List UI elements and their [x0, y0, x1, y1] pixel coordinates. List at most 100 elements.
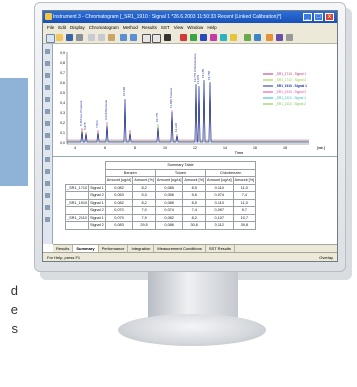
calibration-icon[interactable] — [276, 34, 283, 41]
strip-icon-9[interactable] — [45, 145, 50, 150]
table-row[interactable]: _SR1_1710 Signal 1 0,082 8,2 0,085 8,5 0… — [64, 183, 257, 192]
monitor-stand-neck — [148, 272, 238, 320]
chromatogram-chart[interactable]: 0,0 0,1 0,2 0,3 0,4 0,5 0,6 0,7 0,8 0,9 … — [53, 44, 337, 156]
minimize-button[interactable]: _ — [303, 13, 312, 21]
row-sample: _SR1_1710 — [64, 183, 90, 192]
signal-yellow-icon[interactable] — [230, 34, 237, 41]
strip-icon-7[interactable] — [45, 121, 50, 126]
row-sample — [64, 191, 90, 200]
window-titlebar: Instrument 3 - Chromatogram [_SR1_1910 :… — [43, 11, 337, 23]
y-tick-8: 0,8 — [60, 61, 65, 65]
legend-item-3: _SR1_1910 - Signal 1 — [274, 84, 307, 88]
cell: 39,8 — [232, 221, 257, 230]
cell: 7,4 — [232, 191, 257, 200]
menu-view[interactable]: View — [174, 25, 184, 30]
menu-edit[interactable]: Edit — [58, 25, 66, 30]
x-tick-6: 16 — [253, 146, 257, 150]
signal-cyan-icon[interactable] — [220, 34, 227, 41]
menu-window[interactable]: Window — [187, 25, 203, 30]
menu-file[interactable]: File — [47, 25, 54, 30]
cursor-icon[interactable] — [164, 34, 171, 41]
undo-icon[interactable] — [120, 34, 127, 41]
paste-icon[interactable] — [108, 34, 115, 41]
close-button[interactable]: x — [325, 13, 334, 21]
group-chlorbenzen: Chlorbenzen — [205, 168, 257, 177]
row-signal: Signal 2 — [88, 221, 106, 230]
integration-icon[interactable] — [266, 34, 273, 41]
x-tick-5: 14 — [223, 146, 227, 150]
table-row[interactable]: _SR1_1910 Signal 1 0,082 8,2 0,085 8,5 0… — [64, 198, 257, 207]
print-icon[interactable] — [76, 34, 83, 41]
row-signal: Signal 2 — [88, 191, 106, 200]
strip-icon-1[interactable] — [45, 49, 50, 54]
strip-icon-11[interactable] — [45, 169, 50, 174]
maximize-button[interactable]: □ — [314, 13, 323, 21]
peak-label-5: 10,006 — [122, 86, 126, 96]
x-tick-2: 8 — [134, 146, 136, 150]
zoom-out-icon[interactable] — [152, 34, 161, 43]
cell: 8,5 — [182, 183, 207, 192]
menu-method[interactable]: Method — [123, 25, 138, 30]
peak-label-3: 7,823 — [95, 120, 99, 128]
x-axis-unit: [min.] — [317, 146, 326, 150]
x-axis-label: Time — [235, 150, 245, 155]
cell: 0,085 — [154, 183, 184, 192]
table-row[interactable]: Signal 2 0,053 5,3 0,056 5,6 0,074 7,4 — [64, 191, 257, 200]
cell: 29,5 — [132, 221, 156, 230]
strip-icon-6[interactable] — [45, 109, 50, 114]
signal-magenta-icon[interactable] — [210, 34, 217, 41]
peak-label-4: 9,230 Benzene — [104, 99, 108, 120]
cell: 8,2 — [132, 198, 156, 207]
summary-table-title: Summary Table — [104, 161, 257, 170]
strip-icon-8[interactable] — [45, 133, 50, 138]
new-icon[interactable] — [46, 34, 55, 43]
signal-green-icon[interactable] — [190, 34, 197, 41]
strip-icon-10[interactable] — [45, 157, 50, 162]
save-icon[interactable] — [66, 34, 73, 41]
grid-icon[interactable] — [244, 34, 251, 41]
summary-table: Summary Table Benzen Toluen Chlorbenzen … — [64, 161, 257, 230]
cell: 11,0 — [232, 198, 257, 207]
strip-icon-2[interactable] — [45, 61, 50, 66]
table-row[interactable]: _SR1_2110 Signal 1 0,079 7,9 0,082 8,2 0… — [64, 213, 257, 222]
menu-results[interactable]: Results — [142, 25, 157, 30]
strip-icon-5[interactable] — [45, 97, 50, 102]
signal-blue-icon[interactable] — [200, 34, 207, 41]
subheader-amount-ugul: Amount [ug/ul] — [104, 176, 134, 185]
chromatogram-panel[interactable]: 0,0 0,1 0,2 0,3 0,4 0,5 0,6 0,7 0,8 0,9 … — [53, 44, 337, 156]
status-bar: For Help, press F1 Overlay — [43, 252, 337, 261]
strip-icon-3[interactable] — [45, 73, 50, 78]
overlay-icon[interactable] — [254, 34, 261, 41]
cell: 7,0 — [132, 206, 156, 215]
strip-icon-4[interactable] — [45, 85, 50, 90]
strip-icon-15[interactable] — [45, 217, 50, 222]
menu-display[interactable]: Display — [70, 25, 85, 30]
x-tick-1: 6 — [104, 146, 106, 150]
signal-red-icon[interactable] — [180, 34, 187, 41]
blue-accent-block — [0, 78, 28, 186]
menu-sst[interactable]: SST — [161, 25, 170, 30]
strip-icon-13[interactable] — [45, 193, 50, 198]
redo-icon[interactable] — [130, 34, 137, 41]
strip-icon-12[interactable] — [45, 181, 50, 186]
open-icon[interactable] — [56, 34, 63, 41]
table-row[interactable]: Signal 2 0,083 29,5 0,086 30,6 0,112 39,… — [64, 221, 257, 230]
peak-label-2: 5,978 — [83, 122, 87, 130]
strip-icon-14[interactable] — [45, 205, 50, 210]
menu-help[interactable]: Help — [207, 25, 216, 30]
report-icon[interactable] — [286, 34, 293, 41]
y-tick-5: 0,5 — [60, 91, 65, 95]
menu-chromatogram[interactable]: Chromatogram — [89, 25, 119, 30]
table-row[interactable]: Signal 2 0,070 7,0 0,074 7,4 0,097 9,7 — [64, 206, 257, 215]
menu-bar: File Edit Display Chromatogram Method Results… — [43, 23, 337, 32]
copy-icon[interactable] — [98, 34, 105, 41]
x-tick-0: 4 — [74, 146, 76, 150]
status-help-text: For Help, press F1 — [47, 255, 81, 260]
cell: 5,6 — [182, 191, 207, 200]
peak-label-10: 13,979 — [196, 74, 200, 84]
cut-icon[interactable] — [88, 34, 95, 41]
x-tick-3: 10 — [163, 146, 167, 150]
row-signal: Signal 1 — [88, 198, 106, 207]
cell: 0,082 — [154, 213, 184, 222]
zoom-in-icon[interactable] — [142, 34, 151, 43]
